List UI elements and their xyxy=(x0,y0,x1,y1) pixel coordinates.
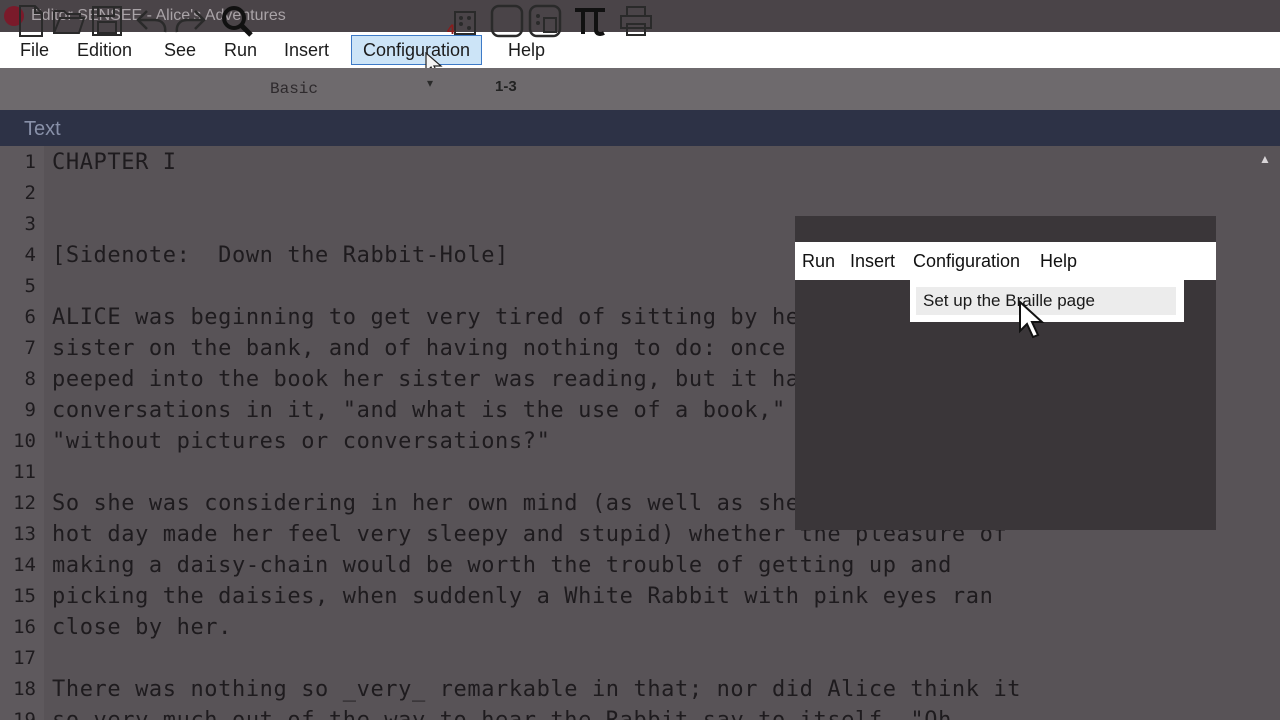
print-icon xyxy=(620,6,652,36)
editor-line[interactable]: sister on the bank, and of having nothin… xyxy=(52,333,813,364)
braille-mode-select[interactable]: Basic xyxy=(262,72,442,106)
line-number: 10 xyxy=(13,430,36,452)
line-number: 13 xyxy=(13,523,36,545)
line-number: 5 xyxy=(24,275,36,297)
editor-line[interactable]: CHAPTER I xyxy=(52,147,177,178)
braille-grade-button[interactable]: 4 xyxy=(444,4,480,38)
zoom-menu-run[interactable]: Run xyxy=(802,242,835,280)
menu-configuration[interactable]: Configuration xyxy=(351,35,483,65)
line-number: 2 xyxy=(24,182,36,204)
open-folder-icon xyxy=(53,10,86,34)
configuration-dropdown: Set up the Braille page xyxy=(910,280,1184,322)
line-number: 8 xyxy=(24,368,36,390)
line-number: 12 xyxy=(13,492,36,514)
editor-line[interactable]: close by her. xyxy=(52,612,232,643)
search-button[interactable] xyxy=(219,4,255,38)
braille-table-button[interactable] xyxy=(527,4,563,38)
line-number: 11 xyxy=(13,461,36,483)
editor-line[interactable]: [Sidenote: Down the Rabbit-Hole] xyxy=(52,240,509,271)
line-number: 15 xyxy=(13,585,36,607)
numbering-button[interactable] xyxy=(489,4,525,38)
new-document-icon xyxy=(19,5,43,37)
editor-line[interactable]: picking the daisies, when suddenly a Whi… xyxy=(52,581,993,612)
line-number: 17 xyxy=(13,647,36,669)
editor-line[interactable]: peeped into the book her sister was read… xyxy=(52,364,813,395)
editor-line[interactable]: ALICE was beginning to get very tired of… xyxy=(52,302,813,333)
braille-grade-icon: 4 xyxy=(447,11,476,37)
zoom-overlay: Run Insert Configuration Help Set up the… xyxy=(795,216,1216,530)
menu-item-braille-page-setup[interactable]: Set up the Braille page xyxy=(916,287,1176,315)
line-number: 4 xyxy=(24,244,36,266)
save-button[interactable] xyxy=(89,4,125,38)
scroll-up-icon[interactable]: ▲ xyxy=(1259,152,1271,166)
math-button[interactable] xyxy=(572,4,608,38)
line-number: 6 xyxy=(24,306,36,328)
line-number: 3 xyxy=(24,213,36,235)
editor-line[interactable]: There was nothing so _very_ remarkable i… xyxy=(52,674,1021,705)
toolbar xyxy=(0,68,1280,110)
search-icon xyxy=(222,6,253,37)
numbering-label: 1-3 xyxy=(495,78,517,95)
line-number: 7 xyxy=(24,337,36,359)
print-button[interactable] xyxy=(618,4,654,38)
chevron-down-icon: ▾ xyxy=(427,76,434,90)
numbering-icon xyxy=(490,4,524,38)
undo-icon xyxy=(136,10,167,33)
line-number: 9 xyxy=(24,399,36,421)
zoom-menu-help[interactable]: Help xyxy=(1040,242,1077,280)
save-icon xyxy=(92,6,122,36)
braille-table-icon xyxy=(528,4,562,38)
editor-line[interactable]: So she was considering in her own mind (… xyxy=(52,488,800,519)
editor-line[interactable]: conversations in it, "and what is the us… xyxy=(52,395,813,426)
redo-button[interactable] xyxy=(172,4,208,38)
zoom-menu-configuration[interactable]: Configuration xyxy=(913,242,1020,280)
new-document-button[interactable] xyxy=(16,4,46,38)
open-button[interactable] xyxy=(51,4,87,38)
line-number: 1 xyxy=(24,151,36,173)
editor-line[interactable]: so very much out of the way to hear the … xyxy=(52,705,952,720)
editor-line[interactable]: "without pictures or conversations?" xyxy=(52,426,550,457)
redo-icon xyxy=(175,10,206,33)
menu-insert[interactable]: Insert xyxy=(284,32,329,68)
math-pi-icon xyxy=(575,8,605,36)
line-number: 19 xyxy=(13,709,36,720)
zoom-menu-insert[interactable]: Insert xyxy=(850,242,895,280)
editor-line[interactable]: making a daisy-chain would be worth the … xyxy=(52,550,952,581)
line-number: 16 xyxy=(13,616,36,638)
line-number: 14 xyxy=(13,554,36,576)
svg-text:4: 4 xyxy=(447,21,455,37)
line-number: 18 xyxy=(13,678,36,700)
mouse-pointer-icon xyxy=(1019,300,1045,339)
panel-title: Text xyxy=(0,110,1280,146)
zoom-menu-bar: Run Insert Configuration Help xyxy=(795,242,1216,280)
undo-button[interactable] xyxy=(134,4,170,38)
